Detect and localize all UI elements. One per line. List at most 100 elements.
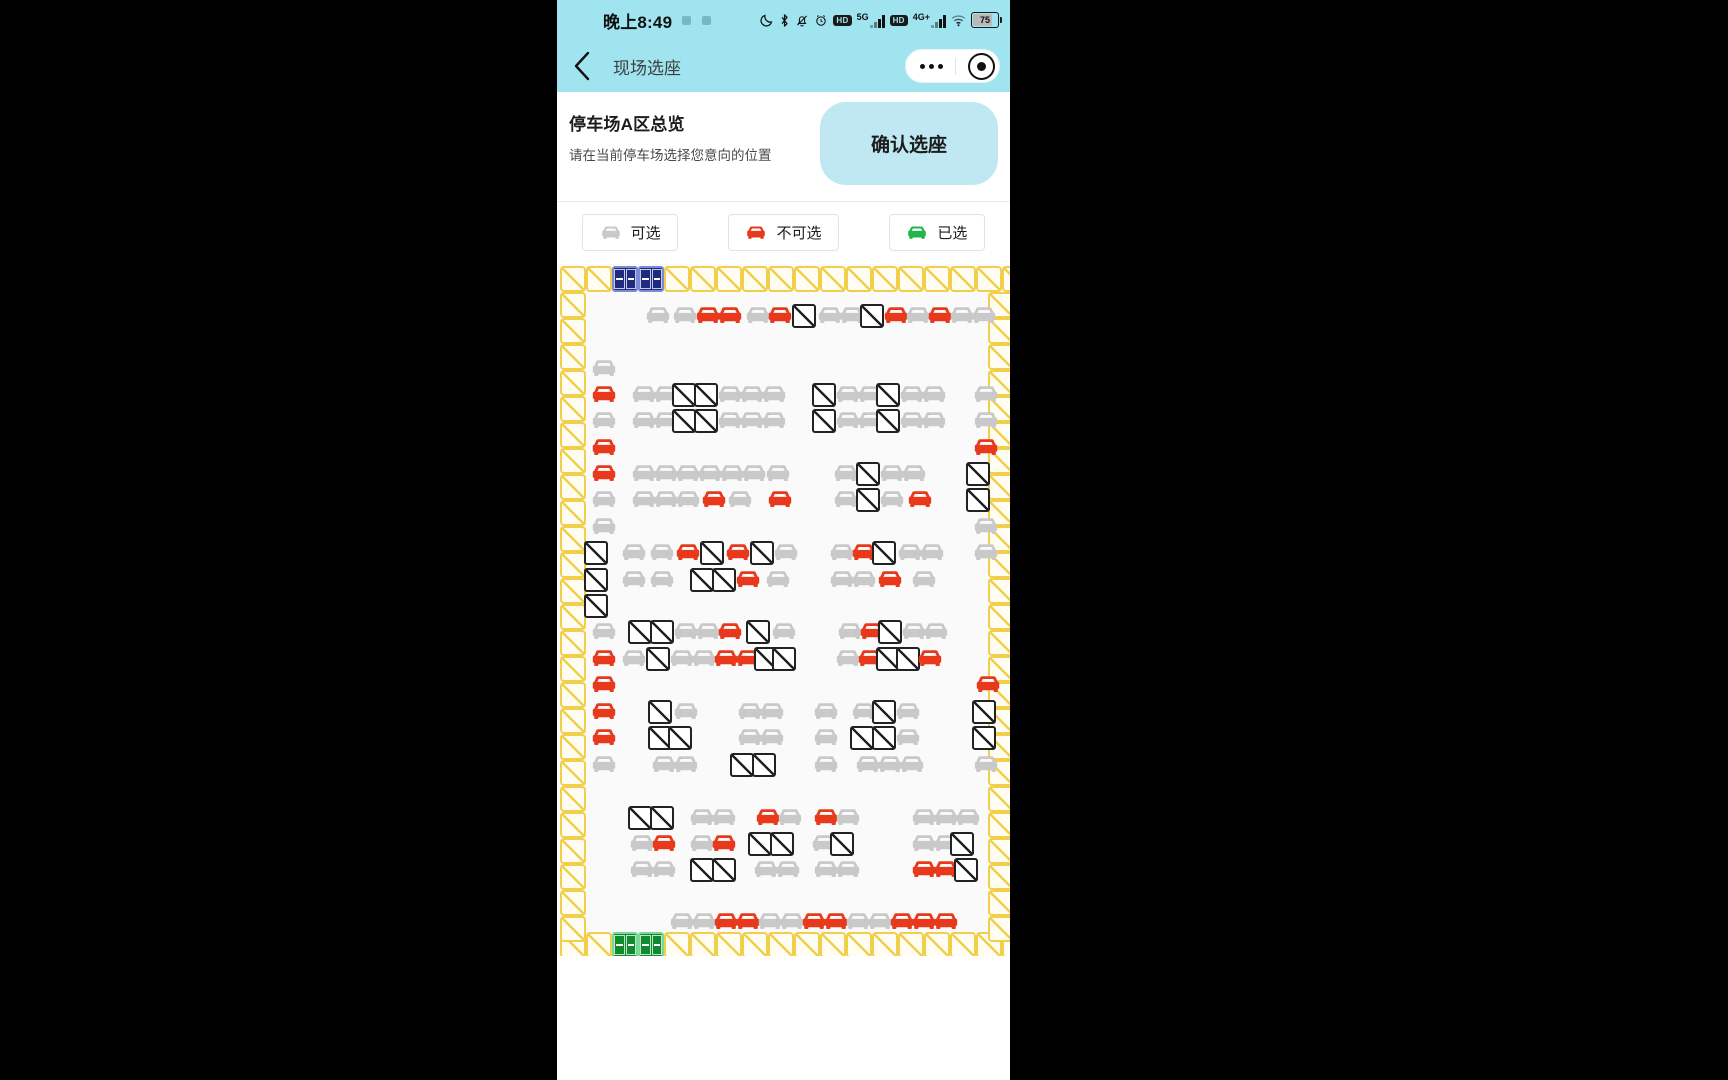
wall-tile bbox=[664, 266, 690, 292]
wall-tile bbox=[560, 656, 586, 682]
car-slot-occupied[interactable] bbox=[766, 304, 794, 326]
car-slot-occupied[interactable] bbox=[972, 436, 1000, 458]
car-slot-available[interactable] bbox=[850, 568, 878, 590]
car-slot-available[interactable] bbox=[590, 488, 618, 510]
car-slot-available[interactable] bbox=[590, 515, 618, 537]
car-slot-occupied[interactable] bbox=[716, 620, 744, 642]
car-slot-occupied[interactable] bbox=[876, 568, 904, 590]
wall-tile bbox=[560, 682, 586, 708]
legend-item-available[interactable]: 可选 bbox=[582, 214, 679, 251]
wall-tile bbox=[586, 266, 612, 292]
car-slot-available[interactable] bbox=[672, 700, 700, 722]
car-slot-occupied[interactable] bbox=[674, 541, 702, 563]
pillar-tile bbox=[690, 858, 714, 882]
car-slot-available[interactable] bbox=[894, 700, 922, 722]
car-slot-occupied[interactable] bbox=[716, 304, 744, 326]
legend-item-unavailable[interactable]: 不可选 bbox=[728, 214, 839, 251]
pillar-tile bbox=[690, 568, 714, 592]
car-slot-available[interactable] bbox=[812, 726, 840, 748]
car-slot-occupied[interactable] bbox=[700, 488, 728, 510]
car-slot-available[interactable] bbox=[590, 753, 618, 775]
parking-lot-canvas bbox=[557, 264, 1010, 956]
car-slot-available[interactable] bbox=[774, 858, 802, 880]
car-slot-available[interactable] bbox=[674, 488, 702, 510]
car-slot-available[interactable] bbox=[920, 409, 948, 431]
car-slot-available[interactable] bbox=[620, 647, 648, 669]
car-slot-occupied[interactable] bbox=[906, 488, 934, 510]
car-slot-occupied[interactable] bbox=[590, 383, 618, 405]
car-slot-available[interactable] bbox=[648, 541, 676, 563]
car-slot-available[interactable] bbox=[764, 568, 792, 590]
car-slot-available[interactable] bbox=[760, 409, 788, 431]
car-slot-available[interactable] bbox=[878, 488, 906, 510]
car-slot-available[interactable] bbox=[894, 726, 922, 748]
car-slot-available[interactable] bbox=[898, 753, 926, 775]
car-slot-available[interactable] bbox=[918, 541, 946, 563]
car-slot-occupied[interactable] bbox=[710, 832, 738, 854]
target-circle-icon[interactable] bbox=[968, 52, 995, 80]
car-slot-available[interactable] bbox=[590, 620, 618, 642]
car-slot-occupied[interactable] bbox=[734, 568, 762, 590]
exit-door-tile[interactable] bbox=[612, 932, 638, 956]
car-slot-available[interactable] bbox=[758, 726, 786, 748]
entrance-door-tile[interactable] bbox=[612, 266, 638, 292]
car-slot-available[interactable] bbox=[590, 357, 618, 379]
car-slot-available[interactable] bbox=[812, 753, 840, 775]
car-slot-occupied[interactable] bbox=[650, 832, 678, 854]
car-slot-available[interactable] bbox=[972, 515, 1000, 537]
car-slot-available[interactable] bbox=[760, 383, 788, 405]
car-slot-occupied[interactable] bbox=[590, 436, 618, 458]
car-slot-occupied[interactable] bbox=[974, 673, 1002, 695]
car-slot-available[interactable] bbox=[764, 462, 792, 484]
car-slot-available[interactable] bbox=[834, 806, 862, 828]
car-slot-occupied[interactable] bbox=[916, 647, 944, 669]
car-slot-available[interactable] bbox=[770, 620, 798, 642]
car-slot-occupied[interactable] bbox=[590, 647, 618, 669]
car-slot-occupied[interactable] bbox=[590, 726, 618, 748]
car-slot-available[interactable] bbox=[812, 700, 840, 722]
car-slot-available[interactable] bbox=[972, 753, 1000, 775]
pillar-tile bbox=[584, 541, 608, 565]
more-dots-icon[interactable] bbox=[920, 63, 943, 69]
car-slot-occupied[interactable] bbox=[932, 910, 960, 932]
car-slot-available[interactable] bbox=[776, 806, 804, 828]
car-icon-red bbox=[747, 226, 766, 239]
car-slot-occupied[interactable] bbox=[590, 462, 618, 484]
car-slot-occupied[interactable] bbox=[724, 541, 752, 563]
car-slot-available[interactable] bbox=[620, 568, 648, 590]
car-slot-available[interactable] bbox=[972, 409, 1000, 431]
car-slot-available[interactable] bbox=[910, 568, 938, 590]
car-slot-available[interactable] bbox=[758, 700, 786, 722]
entrance-door-tile[interactable] bbox=[638, 266, 664, 292]
back-button[interactable] bbox=[567, 51, 597, 81]
car-slot-available[interactable] bbox=[954, 806, 982, 828]
pillar-tile bbox=[972, 726, 996, 750]
car-slot-available[interactable] bbox=[726, 488, 754, 510]
car-slot-occupied[interactable] bbox=[590, 700, 618, 722]
car-slot-available[interactable] bbox=[970, 304, 998, 326]
parking-lot-map[interactable] bbox=[557, 264, 1010, 956]
status-bar-notification-dots bbox=[682, 15, 712, 25]
legend-item-selected[interactable]: 已选 bbox=[888, 214, 985, 251]
car-slot-available[interactable] bbox=[972, 383, 1000, 405]
car-slot-occupied[interactable] bbox=[766, 488, 794, 510]
exit-door-tile[interactable] bbox=[638, 932, 664, 956]
car-slot-occupied[interactable] bbox=[590, 673, 618, 695]
battery-icon: 75 bbox=[971, 12, 1002, 28]
car-slot-available[interactable] bbox=[900, 462, 928, 484]
confirm-seat-button[interactable]: 确认选座 bbox=[820, 102, 998, 185]
car-slot-available[interactable] bbox=[834, 858, 862, 880]
car-slot-available[interactable] bbox=[650, 858, 678, 880]
car-slot-available[interactable] bbox=[710, 806, 738, 828]
wall-tile bbox=[988, 838, 1010, 864]
car-slot-available[interactable] bbox=[644, 304, 672, 326]
car-slot-available[interactable] bbox=[672, 753, 700, 775]
car-slot-available[interactable] bbox=[920, 383, 948, 405]
car-slot-available[interactable] bbox=[590, 409, 618, 431]
wall-tile bbox=[742, 266, 768, 292]
car-slot-available[interactable] bbox=[922, 620, 950, 642]
car-slot-available[interactable] bbox=[620, 541, 648, 563]
car-slot-available[interactable] bbox=[648, 568, 676, 590]
car-slot-available[interactable] bbox=[972, 541, 1000, 563]
car-slot-available[interactable] bbox=[772, 541, 800, 563]
